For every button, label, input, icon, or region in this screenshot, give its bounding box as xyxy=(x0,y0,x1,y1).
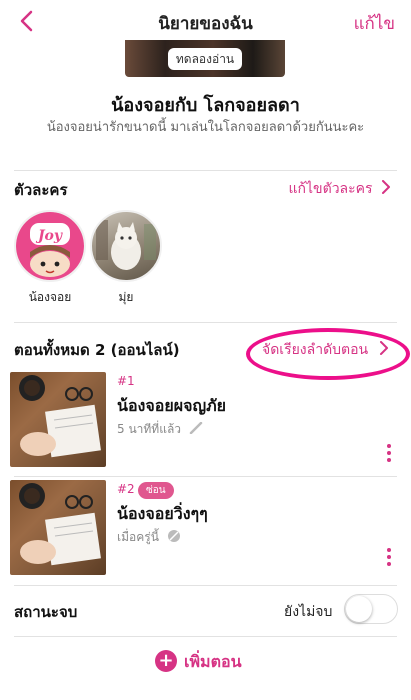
back-chevron-icon[interactable] xyxy=(18,9,36,33)
character-name: น้องจอย xyxy=(28,290,72,304)
episode-row[interactable]: #2 ซ่อน น้องจอยวิ่งๆๆ เมื่อครู่นี้ xyxy=(0,480,411,580)
pencil-icon xyxy=(189,421,203,435)
cover-image: ทดลองอ่าน xyxy=(125,40,285,77)
completion-toggle[interactable] xyxy=(344,594,398,624)
divider xyxy=(14,476,397,477)
episode-time-text: 5 นาทีที่แล้ว xyxy=(117,422,182,436)
joy-avatar-icon: Joy xyxy=(16,212,84,280)
edit-characters-label: แก้ไขตัวละคร xyxy=(288,181,373,197)
episode-title: น้องจอยวิ่งๆๆ xyxy=(117,504,208,523)
status-value: ยังไม่จบ xyxy=(284,604,333,620)
divider xyxy=(14,170,397,171)
add-episode-label: เพิ่มตอน xyxy=(184,652,242,671)
episode-thumbnail xyxy=(10,480,106,575)
episode-time-text: เมื่อครู่นี้ xyxy=(117,530,159,544)
more-options-icon[interactable] xyxy=(385,548,393,570)
more-options-icon[interactable] xyxy=(385,444,393,466)
episode-number: #1 xyxy=(117,374,135,388)
hidden-eye-icon xyxy=(167,530,180,542)
character-name: มุ่ย xyxy=(118,290,134,304)
top-bar: นิยายของฉัน แก้ไข xyxy=(0,0,411,44)
edit-characters-link[interactable]: แก้ไขตัวละคร xyxy=(288,178,391,200)
avatar: Joy xyxy=(14,210,86,282)
episode-time: เมื่อครู่นี้ xyxy=(117,528,181,547)
character-joy[interactable]: Joy น้องจอย xyxy=(14,210,86,307)
episode-title: น้องจอยผจญภัย xyxy=(117,396,227,415)
divider xyxy=(14,322,397,323)
coffee-notebook-photo-icon xyxy=(19,375,101,458)
episodes-heading: ตอนทั้งหมด 2 (ออนไลน์) xyxy=(14,341,180,359)
avatar xyxy=(90,210,162,282)
episode-row[interactable]: #1 น้องจอยผจญภัย 5 นาทีที่แล้ว xyxy=(0,372,411,472)
episode-time: 5 นาทีที่แล้ว xyxy=(117,420,203,439)
hidden-badge: ซ่อน xyxy=(138,482,174,499)
status-label: สถานะจบ xyxy=(14,603,78,621)
novel-description: น้องจอยน่ารักขนาดนี้ มาเล่นในโลกจอยลดาด้… xyxy=(46,120,365,135)
toggle-knob xyxy=(346,596,372,622)
avatar-text: Joy xyxy=(35,228,63,244)
episode-number: #2 xyxy=(117,482,135,496)
edit-button[interactable]: แก้ไข xyxy=(354,10,395,37)
cat-photo-icon xyxy=(96,220,156,270)
episode-thumbnail xyxy=(10,372,106,467)
character-mui[interactable]: มุ่ย xyxy=(90,210,162,307)
page-title: นิยายของฉัน xyxy=(158,14,253,34)
novel-title: น้องจอยกับ โลกจอยลดา xyxy=(111,95,300,116)
plus-icon: + xyxy=(155,650,177,672)
coffee-notebook-photo-icon xyxy=(19,483,101,566)
characters-heading: ตัวละคร xyxy=(14,181,68,199)
try-read-button[interactable]: ทดลองอ่าน xyxy=(168,48,242,70)
chevron-right-icon xyxy=(382,180,390,194)
divider xyxy=(14,636,397,637)
divider xyxy=(14,585,397,586)
